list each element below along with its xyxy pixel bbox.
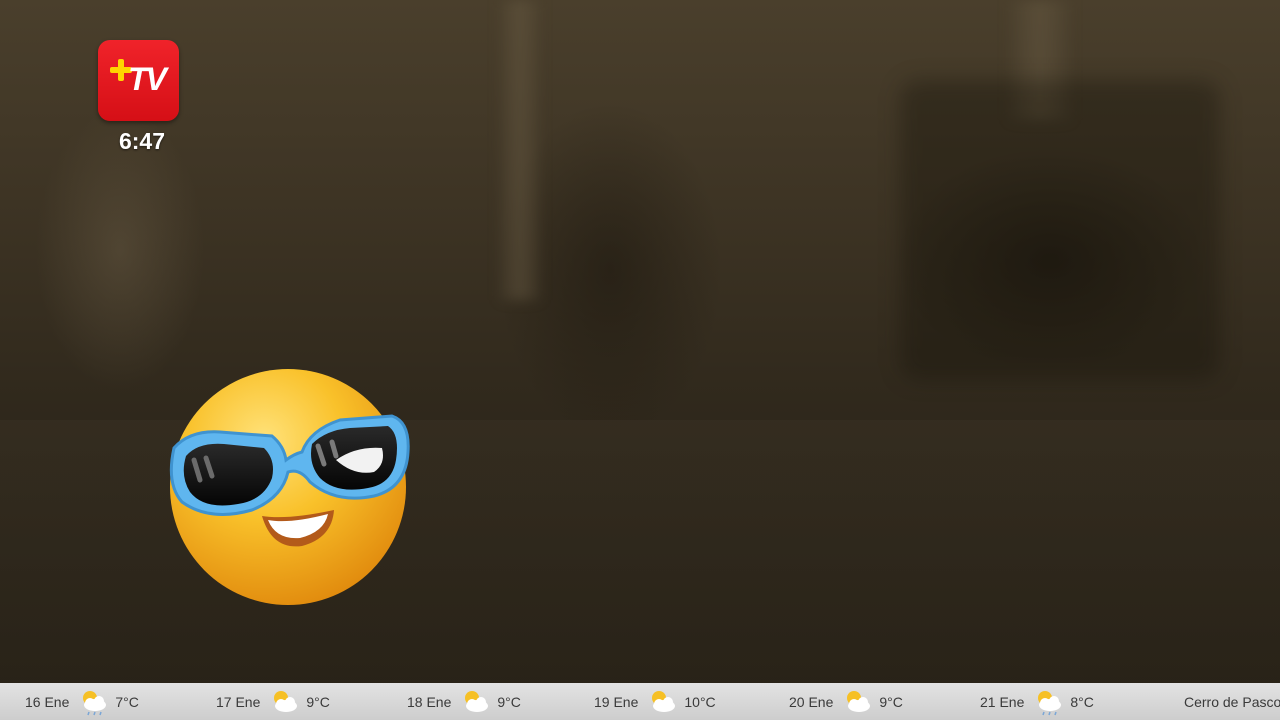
forecast-temp: 9°C <box>879 693 903 710</box>
forecast-item: 21 Ene 8°C <box>980 683 1094 720</box>
forecast-item: 20 Ene 9°C <box>789 683 903 720</box>
forecast-temp: 10°C <box>684 693 716 710</box>
forecast-date: 20 Ene <box>789 693 834 710</box>
forecast-date: 17 Ene <box>216 693 261 710</box>
partly-cloudy-rain-icon <box>1038 690 1062 715</box>
channel-logo: TV <box>98 40 179 121</box>
partly-cloudy-rain-icon <box>83 690 107 715</box>
forecast-item: 16 Ene 7°C <box>25 683 139 720</box>
forecast-temp: 8°C <box>1070 693 1094 710</box>
forecast-temp: 9°C <box>306 693 330 710</box>
partly-cloudy-icon <box>652 690 676 712</box>
forecast-item: 19 Ene 10°C <box>594 683 716 720</box>
forecast-item: 18 Ene 9°C <box>407 683 521 720</box>
blurred-booth <box>900 80 1220 380</box>
forecast-date: 16 Ene <box>25 693 70 710</box>
channel-logo-text: TV <box>128 61 167 97</box>
sunglasses-emoji-icon <box>160 360 420 610</box>
forecast-item: 17 Ene 9°C <box>216 683 330 720</box>
forecast-temp: 9°C <box>497 693 521 710</box>
forecast-date: 21 Ene <box>980 693 1025 710</box>
forecast-date: 19 Ene <box>594 693 639 710</box>
forecast-date: 18 Ene <box>407 693 452 710</box>
blurred-pillar <box>500 0 540 300</box>
partly-cloudy-icon <box>274 690 298 712</box>
location-label: Cerro de Pasco <box>1184 693 1280 710</box>
forecast-temp: 7°C <box>115 693 139 710</box>
clock-time: 6:47 <box>118 128 166 154</box>
weather-ticker: 16 Ene 7°C 17 Ene 9°C 18 Ene 9°C 19 Ene … <box>0 683 1280 720</box>
partly-cloudy-icon <box>465 690 489 712</box>
partly-cloudy-icon <box>847 690 871 712</box>
